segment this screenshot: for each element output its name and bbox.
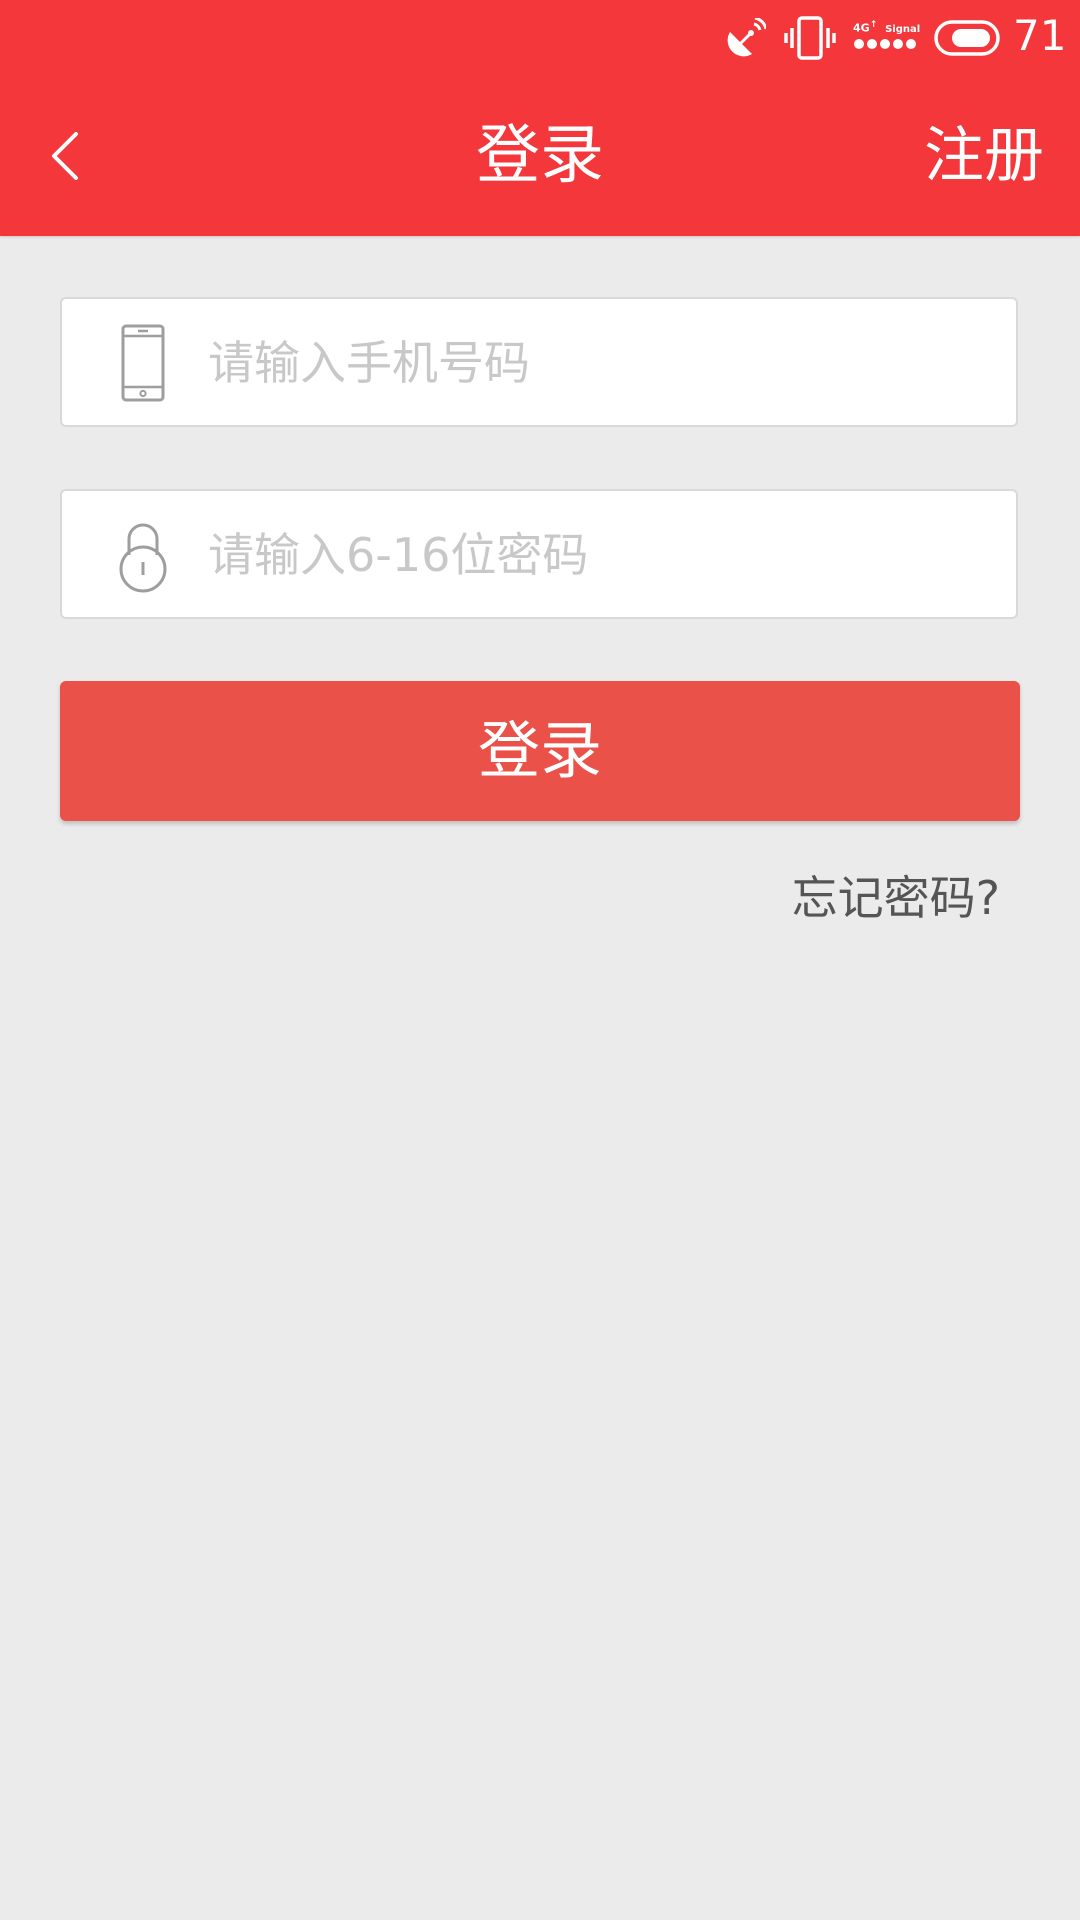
vibrate-icon: [784, 16, 836, 64]
signal-network-label: 4G↑ Signal: [853, 20, 921, 35]
phone-icon: [110, 323, 176, 403]
register-link[interactable]: 注册: [924, 112, 1044, 200]
phone-field-container: [60, 297, 1018, 427]
battery-level: 71: [1013, 11, 1067, 60]
login-screen: 4G↑ Signal 71 登录 注册 请输入手机号码 登录 忘记密码?: [0, 0, 1080, 1920]
title-bar: 登录 注册: [0, 76, 1080, 236]
login-button[interactable]: 登录: [60, 681, 1020, 821]
network-type-label: 4G: [853, 21, 870, 35]
app-header: 4G↑ Signal 71 登录 注册: [0, 0, 1080, 236]
forgot-password-link[interactable]: 忘记密码?: [792, 866, 1000, 930]
password-input[interactable]: [206, 511, 988, 599]
password-field-container: [60, 489, 1018, 619]
phone-input[interactable]: [206, 319, 988, 407]
lock-icon: [110, 515, 176, 595]
page-title: 登录: [476, 119, 604, 193]
status-bar: 4G↑ Signal 71: [0, 0, 1080, 76]
battery-icon: [934, 20, 1000, 60]
signal-text-label: Signal: [885, 23, 921, 35]
satellite-dish-icon: [724, 16, 768, 64]
signal-strength-icon: [853, 36, 919, 55]
